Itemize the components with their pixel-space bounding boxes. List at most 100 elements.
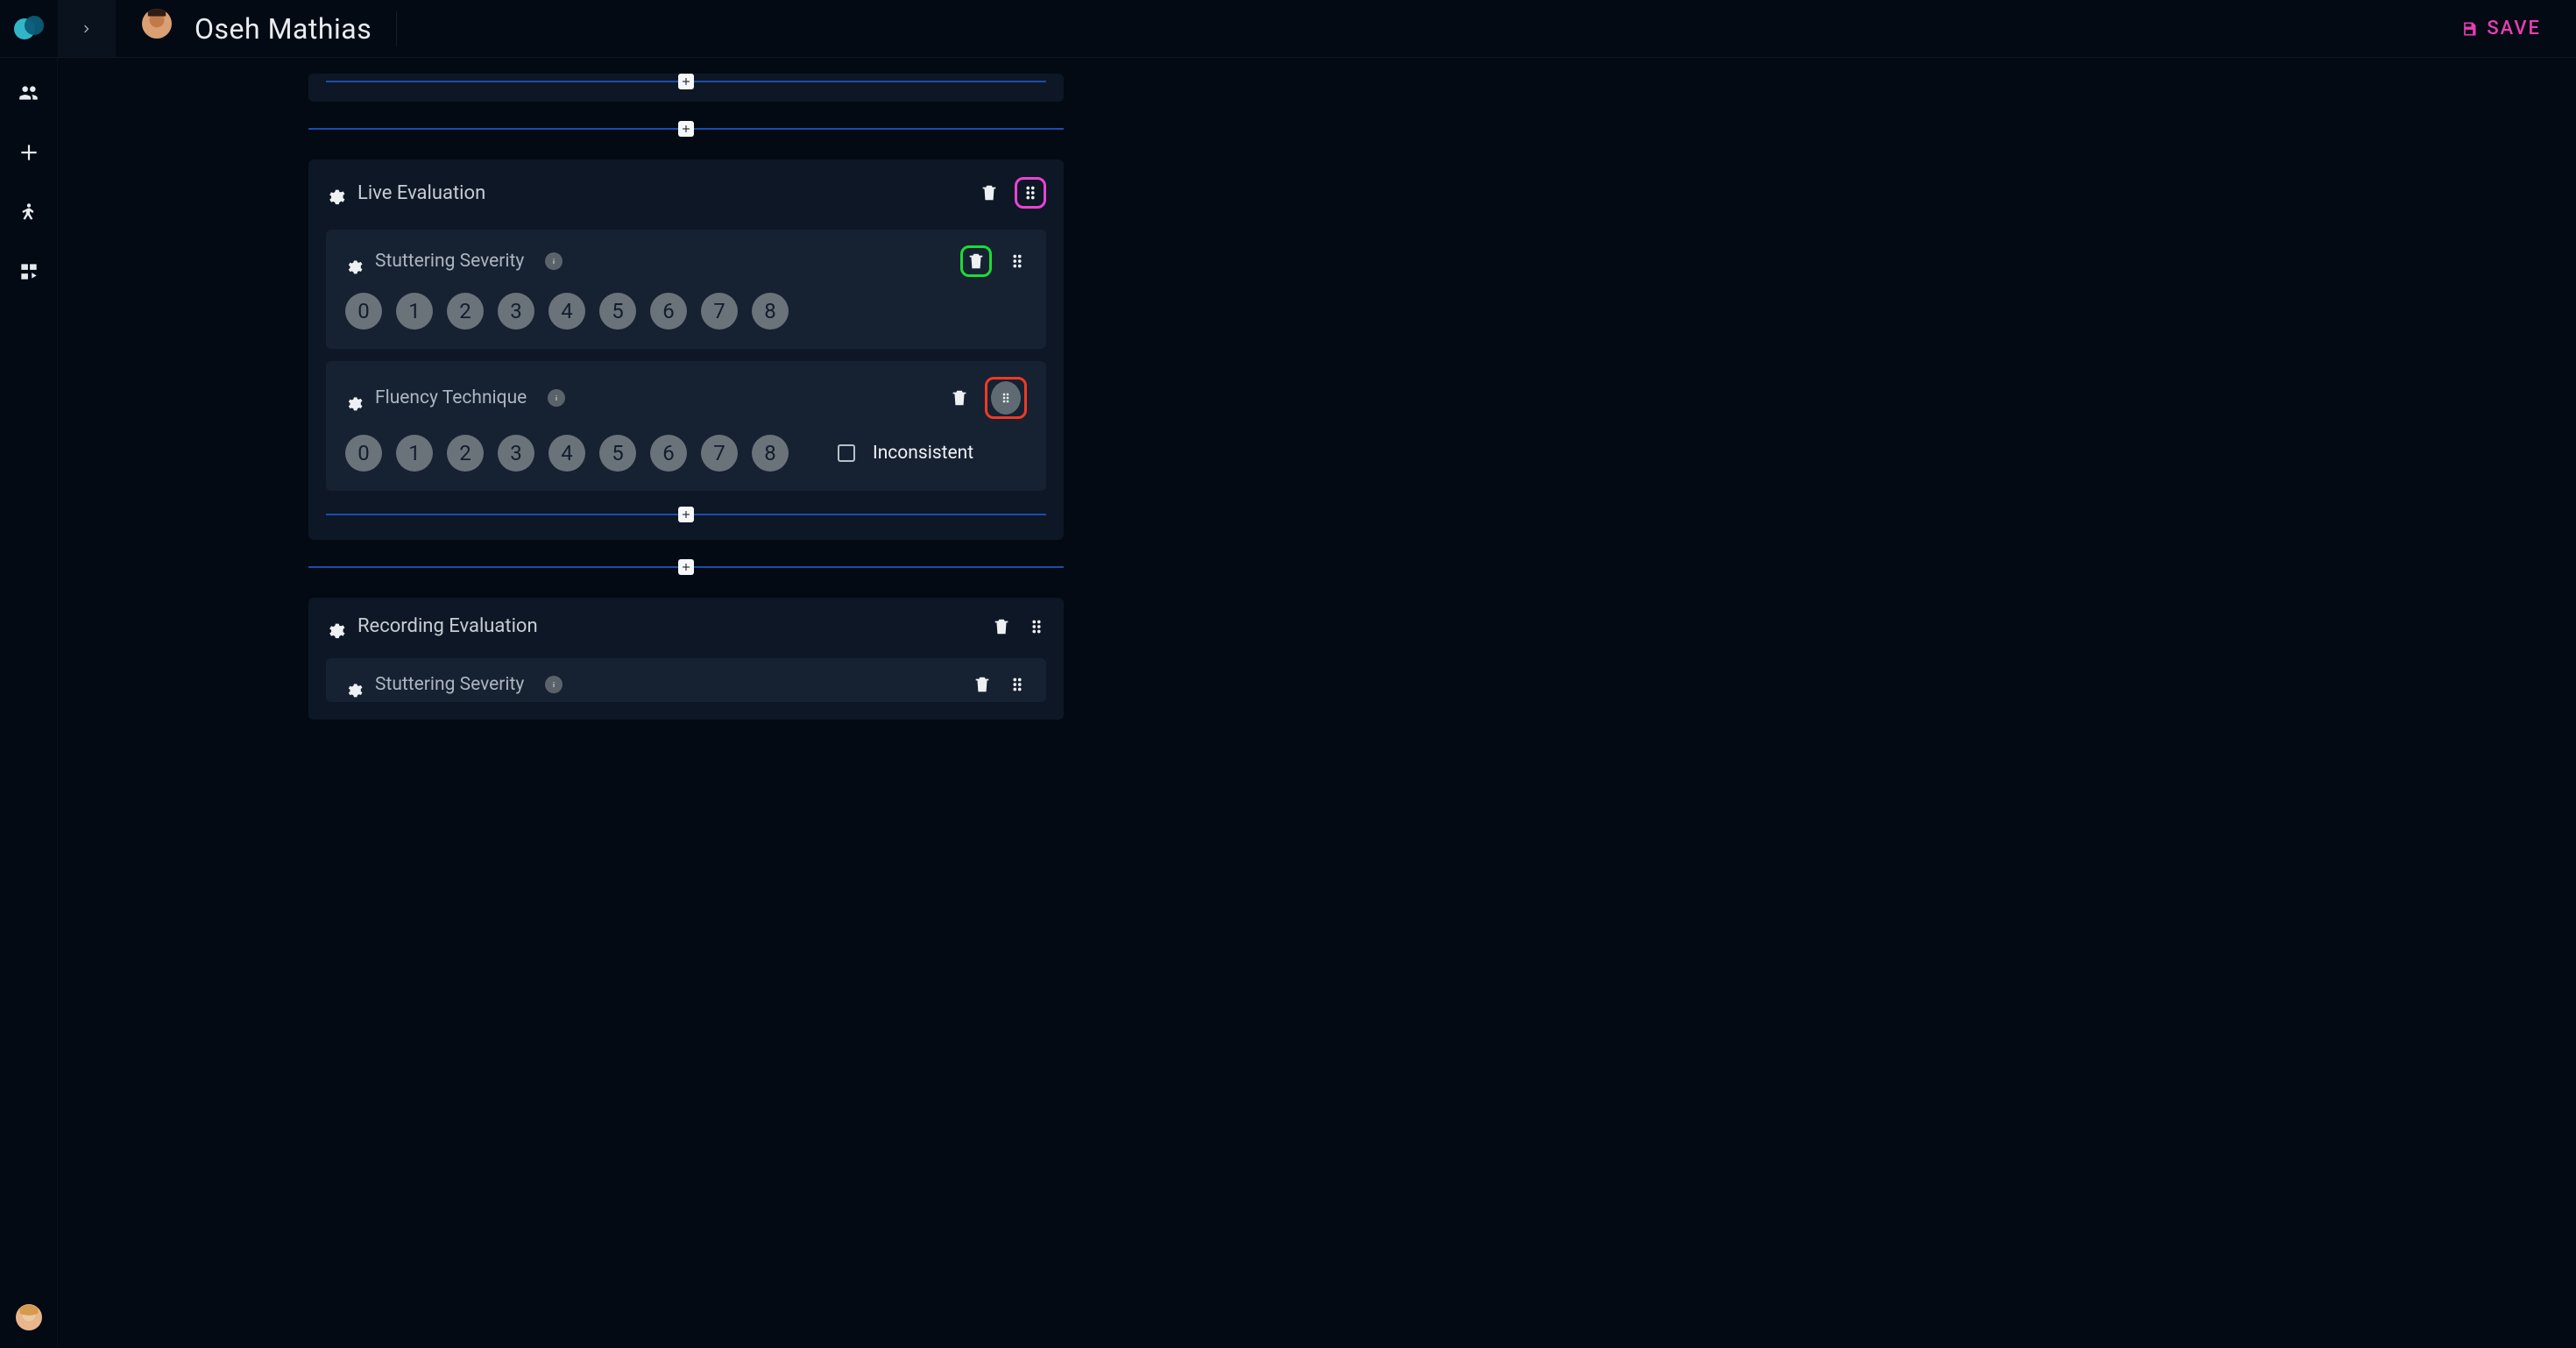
scale-5[interactable]: 5 [599, 435, 636, 472]
scale-row: 0 1 2 3 4 5 6 7 8 [345, 293, 1027, 330]
topbar: Oseh Mathias SAVE [0, 0, 2576, 58]
scale-3[interactable]: 3 [498, 293, 534, 330]
expand-sidebar-button[interactable] [58, 0, 116, 58]
scale-row: 0 1 2 3 4 5 6 7 8 Inconsistent [345, 435, 1027, 472]
scale-1[interactable]: 1 [396, 435, 433, 472]
scale-5[interactable]: 5 [599, 293, 636, 330]
item-info-button[interactable] [548, 389, 565, 407]
item-drag-handle[interactable] [1008, 675, 1027, 694]
item-drag-handle[interactable] [1008, 252, 1027, 271]
add-item-button[interactable] [678, 74, 694, 89]
current-user-avatar[interactable] [16, 1304, 42, 1330]
add-item-divider [326, 507, 1046, 522]
divider-line-right [694, 566, 1064, 568]
checkbox-label: Inconsistent [873, 443, 973, 464]
nav-people[interactable] [15, 79, 43, 107]
section-drag-handle[interactable] [1027, 617, 1046, 636]
form-icon [18, 260, 40, 283]
divider-line-right [694, 81, 1046, 82]
item-delete-highlight [960, 245, 992, 277]
people-icon [18, 82, 40, 104]
scale-4[interactable]: 4 [548, 435, 585, 472]
left-rail [0, 58, 58, 1348]
item-title: Fluency Technique [375, 387, 527, 408]
item-delete-button[interactable] [950, 388, 969, 408]
divider-line-left [326, 81, 678, 82]
item-info-button[interactable] [545, 676, 563, 693]
section-recording-evaluation: Recording Evaluation Stuttering Seve [308, 598, 1064, 720]
trash-icon [992, 617, 1011, 636]
scale-0[interactable]: 0 [345, 293, 382, 330]
section-title: Live Evaluation [357, 182, 485, 204]
logo [0, 0, 58, 58]
section-delete-button[interactable] [992, 617, 1011, 636]
add-item-button[interactable] [678, 507, 694, 522]
avatar-small-icon [16, 1304, 42, 1330]
nav-exercises[interactable] [15, 198, 43, 226]
section-settings-button[interactable] [326, 183, 345, 202]
plus-icon [681, 124, 691, 134]
scale-4[interactable]: 4 [548, 293, 585, 330]
gear-icon [345, 258, 363, 275]
content-column: Live Evaluation [308, 58, 1064, 1348]
item-fluency-technique: Fluency Technique [326, 361, 1046, 491]
item-settings-button[interactable] [345, 252, 363, 270]
item-title: Stuttering Severity [375, 251, 524, 272]
gear-icon [326, 187, 345, 206]
divider-line-left [308, 128, 678, 130]
section-delete-button[interactable] [980, 183, 999, 202]
item-delete-button[interactable] [973, 675, 992, 694]
main-scroll: Live Evaluation [58, 58, 2576, 1348]
gear-icon [345, 394, 363, 412]
gear-icon [326, 621, 345, 640]
plus-icon [18, 141, 40, 164]
scale-8[interactable]: 8 [752, 435, 789, 472]
scale-6[interactable]: 6 [650, 293, 687, 330]
scale-2[interactable]: 2 [447, 435, 484, 472]
nav-forms[interactable] [15, 258, 43, 286]
save-button[interactable]: SAVE [2460, 18, 2541, 39]
section-header: Live Evaluation [326, 177, 1046, 209]
section-settings-button[interactable] [326, 617, 345, 636]
item-drag-handle[interactable] [991, 381, 1021, 415]
trash-icon [950, 388, 969, 408]
item-header: Stuttering Severity [345, 245, 1027, 277]
trash-icon [980, 183, 999, 202]
scale-7[interactable]: 7 [701, 435, 738, 472]
nav-add[interactable] [15, 138, 43, 167]
scale-8[interactable]: 8 [752, 293, 789, 330]
item-delete-button[interactable] [966, 252, 986, 271]
drag-icon [999, 391, 1013, 405]
item-settings-button[interactable] [345, 389, 363, 407]
scale-0[interactable]: 0 [345, 435, 382, 472]
plus-icon [681, 562, 691, 572]
item-settings-button[interactable] [345, 676, 363, 693]
chevron-right-icon [81, 23, 93, 35]
item-stuttering-severity-rec: Stuttering Severity [326, 658, 1046, 702]
checkbox-box [838, 444, 855, 462]
user-avatar[interactable] [142, 9, 182, 49]
item-drag-highlight [985, 377, 1027, 419]
section-drag-handle[interactable] [1021, 183, 1040, 202]
divider-line-right [694, 128, 1064, 130]
section-drag-highlight [1015, 177, 1046, 209]
divider [396, 11, 397, 46]
scale-2[interactable]: 2 [447, 293, 484, 330]
info-icon [551, 393, 562, 403]
info-icon [548, 679, 559, 690]
scale-7[interactable]: 7 [701, 293, 738, 330]
inconsistent-checkbox[interactable]: Inconsistent [838, 443, 973, 464]
trash-icon [966, 252, 986, 271]
section-header: Recording Evaluation [326, 615, 1046, 637]
item-header: Fluency Technique [345, 377, 1027, 419]
add-section-button[interactable] [678, 559, 694, 575]
avatar-icon [142, 9, 172, 39]
drag-icon [1008, 675, 1027, 694]
scale-6[interactable]: 6 [650, 435, 687, 472]
item-info-button[interactable] [545, 252, 563, 270]
add-section-button[interactable] [678, 121, 694, 137]
scale-1[interactable]: 1 [396, 293, 433, 330]
divider-line-left [308, 566, 678, 568]
item-title: Stuttering Severity [375, 674, 524, 695]
scale-3[interactable]: 3 [498, 435, 534, 472]
